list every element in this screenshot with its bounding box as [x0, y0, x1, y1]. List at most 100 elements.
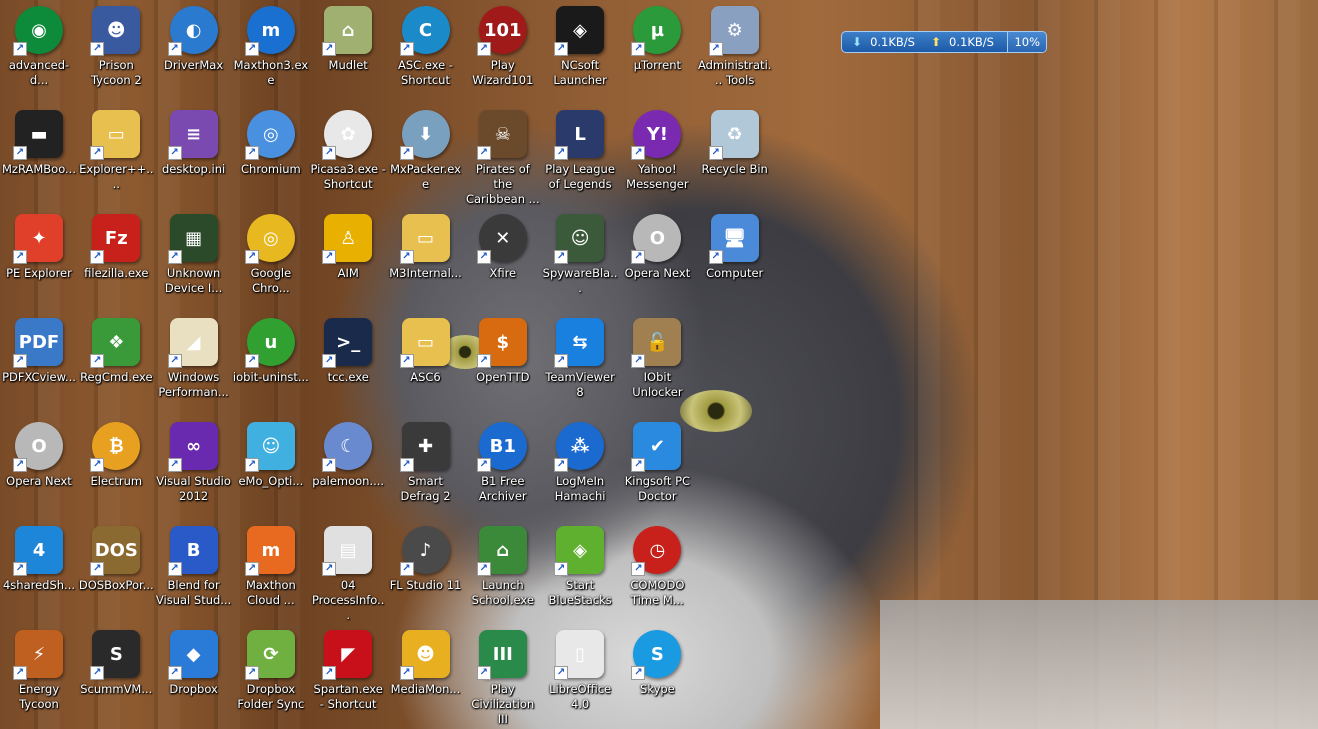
- desktop-icon[interactable]: ⇆ ↗ TeamViewer 8: [541, 312, 619, 416]
- network-meter-widget[interactable]: ⬇ 0.1KB/S ⬆ 0.1KB/S 10%: [841, 31, 1047, 53]
- desktop-icon[interactable]: L ↗ Play League of Legends: [541, 104, 619, 208]
- desktop-icon[interactable]: ♙ ↗ AIM: [309, 208, 387, 312]
- desktop-icon[interactable]: ☻ ↗ Prison Tycoon 2: [77, 0, 155, 104]
- desktop-icon[interactable]: ≡ ↗ desktop.ini: [155, 104, 233, 208]
- prison-tycoon-icon: ☻ ↗: [90, 6, 141, 56]
- desktop-icon[interactable]: ⚡ ↗ Energy Tycoon: [0, 624, 78, 728]
- desktop-icon[interactable]: DOS ↗ DOSBoxPor...: [77, 520, 155, 624]
- desktop-icon[interactable]: u ↗ iobit-uninst...: [232, 312, 310, 416]
- desktop-icon[interactable]: ☺ ↗ SpywareBla...: [541, 208, 619, 312]
- desktop-icon[interactable]: ☠ ↗ Pirates of the Caribbean ...: [464, 104, 542, 208]
- desktop-icon[interactable]: Y! ↗ Yahoo! Messenger: [618, 104, 696, 208]
- desktop-icon[interactable]: 4 ↗ 4sharedSh...: [0, 520, 78, 624]
- desktop-icon[interactable]: ⚙ ↗ Administrati... Tools: [696, 0, 774, 104]
- desktop-icon-label: desktop.ini: [161, 162, 226, 176]
- desktop-icon[interactable]: ▦ ↗ Unknown Device I...: [155, 208, 233, 312]
- shortcut-arrow-icon: ↗: [399, 666, 414, 680]
- desktop-icon-label: Blend for Visual Stud...: [155, 578, 232, 607]
- shortcut-arrow-icon: ↗: [554, 458, 569, 472]
- desktop[interactable]: ◉ ↗ advanced-d... ▬ ↗ MzRAMBoo... ✦ ↗ PE Explore…: [0, 0, 1318, 729]
- desktop-icon[interactable]: ▯ ↗ LibreOffice 4.0: [541, 624, 619, 728]
- desktop-icon[interactable]: ☺ ↗ eMo_Opti...: [232, 416, 310, 520]
- desktop-icon[interactable]: m ↗ Maxthon Cloud ...: [232, 520, 310, 624]
- iobit-uninstaller-icon: u ↗: [244, 318, 295, 368]
- desktop-icon[interactable]: B1 ↗ B1 Free Archiver: [464, 416, 542, 520]
- desktop-icon[interactable]: 101 ↗ Play Wizard101: [464, 0, 542, 104]
- desktop-icon[interactable]: ▬ ↗ MzRAMBoo...: [0, 104, 78, 208]
- shortcut-arrow-icon: ↗: [13, 458, 27, 472]
- desktop-icon[interactable]: ✚ ↗ Smart Defrag 2: [387, 416, 465, 520]
- regcmd-icon: ❖ ↗: [90, 318, 141, 368]
- desktop-icon[interactable]: $ ↗ OpenTTD: [464, 312, 542, 416]
- desktop-icon[interactable]: ◎ ↗ Chromium: [232, 104, 310, 208]
- desktop-icon[interactable]: ♻ ↗ Recycle Bin: [696, 104, 774, 208]
- desktop-icon[interactable]: ₿ ↗ Electrum: [77, 416, 155, 520]
- teamviewer-icon: ⇆ ↗: [554, 318, 605, 368]
- desktop-icon[interactable]: >_ ↗ tcc.exe: [309, 312, 387, 416]
- shortcut-arrow-icon: ↗: [476, 458, 491, 472]
- desktop-icon-label: Opera Next: [624, 266, 691, 280]
- desktop-icon[interactable]: 🔓 ↗ IObit Unlocker: [618, 312, 696, 416]
- desktop-icon[interactable]: 🖥 ↗ Computer: [696, 208, 774, 312]
- desktop-icon-label: Start BlueStacks: [548, 578, 612, 607]
- desktop-icon[interactable]: ◈ ↗ NCsoft Launcher: [541, 0, 619, 104]
- folder-icon: ▭ ↗: [90, 110, 141, 160]
- desktop-icon[interactable]: ☻ ↗ MediaMon...: [387, 624, 465, 728]
- desktop-icon[interactable]: S ↗ ScummVM...: [77, 624, 155, 728]
- desktop-icon-label: MzRAMBoo...: [2, 162, 76, 176]
- desktop-icon[interactable]: ⌂ ↗ Launch School.exe: [464, 520, 542, 624]
- desktop-icon[interactable]: m ↗ Maxthon3.exe: [232, 0, 310, 104]
- desktop-icon[interactable]: C ↗ ASC.exe - Shortcut: [387, 0, 465, 104]
- desktop-icon[interactable]: ❖ ↗ RegCmd.exe: [77, 312, 155, 416]
- desktop-icon[interactable]: ⟳ ↗ Dropbox Folder Sync: [232, 624, 310, 728]
- desktop-icon-label: Maxthon3.exe: [233, 58, 309, 87]
- desktop-icon[interactable]: ☾ ↗ palemoon....: [309, 416, 387, 520]
- desktop-icon[interactable]: O ↗ Opera Next: [618, 208, 696, 312]
- desktop-icon[interactable]: ∞ ↗ Visual Studio 2012: [155, 416, 233, 520]
- hamachi-icon: ⁂ ↗: [554, 422, 605, 472]
- opera-icon: O ↗: [631, 214, 682, 264]
- desktop-icon[interactable]: ◷ ↗ COMODO Time M...: [618, 520, 696, 624]
- desktop-icon[interactable]: ⬇ ↗ MxPacker.exe: [387, 104, 465, 208]
- desktop-icon[interactable]: B ↗ Blend for Visual Stud...: [155, 520, 233, 624]
- desktop-icon[interactable]: PDF ↗ PDFXCview...: [0, 312, 78, 416]
- desktop-icon[interactable]: O ↗ Opera Next: [0, 416, 78, 520]
- desktop-icon[interactable]: µ ↗ µTorrent: [618, 0, 696, 104]
- shortcut-arrow-icon: ↗: [399, 562, 414, 576]
- desktop-icon[interactable]: ◈ ↗ Start BlueStacks: [541, 520, 619, 624]
- desktop-icon-label: Chromium: [241, 162, 301, 176]
- shortcut-arrow-icon: ↗: [244, 354, 259, 368]
- desktop-icon[interactable]: ▭ ↗ Explorer++....: [77, 104, 155, 208]
- desktop-icon[interactable]: ▭ ↗ ASC6: [387, 312, 465, 416]
- desktop-icon[interactable]: ✔ ↗ Kingsoft PC Doctor: [618, 416, 696, 520]
- windows-performance-icon: ◢ ↗: [167, 318, 218, 368]
- desktop-icon-label: B1 Free Archiver: [478, 474, 527, 503]
- desktop-icon[interactable]: ⌂ ↗ Mudlet: [309, 0, 387, 104]
- desktop-icon[interactable]: ✿ ↗ Picasa3.exe - Shortcut: [309, 104, 387, 208]
- desktop-icon[interactable]: Fz ↗ filezilla.exe: [77, 208, 155, 312]
- shortcut-arrow-icon: ↗: [90, 354, 105, 368]
- desktop-icon-label: filezilla.exe: [84, 266, 149, 280]
- shortcut-arrow-icon: ↗: [13, 666, 27, 680]
- shortcut-arrow-icon: ↗: [90, 146, 105, 160]
- desktop-icon[interactable]: ◎ ↗ Google Chro...: [232, 208, 310, 312]
- desktop-icon[interactable]: S ↗ Skype: [618, 624, 696, 728]
- shortcut-arrow-icon: ↗: [476, 562, 491, 576]
- shortcut-arrow-icon: ↗: [13, 250, 27, 264]
- desktop-icon[interactable]: ◢ ↗ Windows Performan...: [155, 312, 233, 416]
- desktop-icon[interactable]: ✦ ↗ PE Explorer: [0, 208, 78, 312]
- maxthon-cloud-icon: m ↗: [244, 526, 295, 576]
- desktop-icon[interactable]: ▭ ↗ M3Internal...: [387, 208, 465, 312]
- desktop-icon[interactable]: ▤ ↗ 04 ProcessInfo...: [309, 520, 387, 624]
- desktop-icon[interactable]: ♪ ↗ FL Studio 11: [387, 520, 465, 624]
- desktop-icon[interactable]: ✕ ↗ Xfire: [464, 208, 542, 312]
- desktop-icon[interactable]: III ↗ Play Civilization III: [464, 624, 542, 728]
- desktop-icon-label: NCsoft Launcher: [553, 58, 607, 87]
- mudlet-icon: ⌂ ↗: [322, 6, 373, 56]
- desktop-icon[interactable]: ◆ ↗ Dropbox: [155, 624, 233, 728]
- desktop-icon-label: Kingsoft PC Doctor: [624, 474, 691, 503]
- desktop-icon[interactable]: ◤ ↗ Spartan.exe - Shortcut: [309, 624, 387, 728]
- desktop-icon[interactable]: ◉ ↗ advanced-d...: [0, 0, 78, 104]
- desktop-icon[interactable]: ◐ ↗ DriverMax: [155, 0, 233, 104]
- desktop-icon[interactable]: ⁂ ↗ LogMeIn Hamachi: [541, 416, 619, 520]
